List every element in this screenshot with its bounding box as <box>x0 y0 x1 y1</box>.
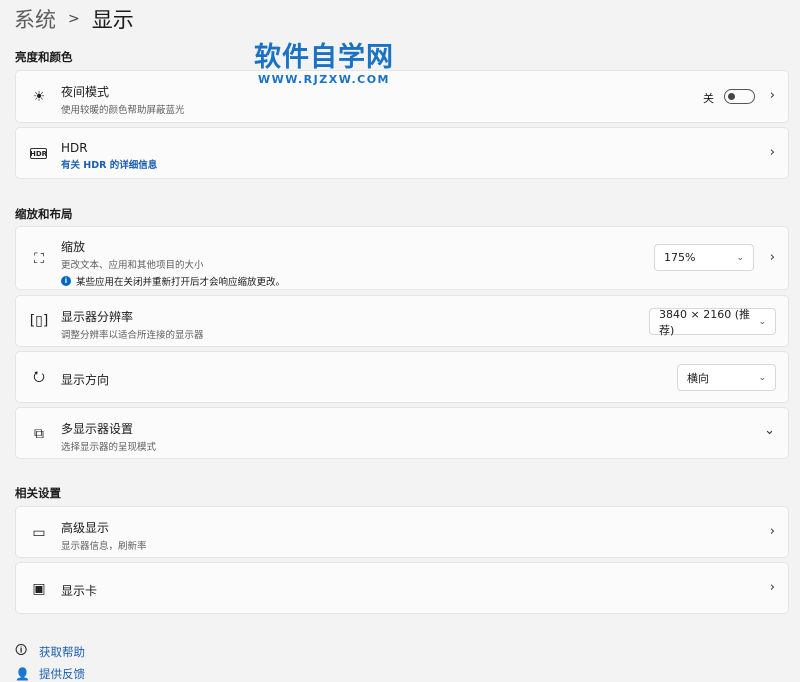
chevron-right-icon[interactable]: › <box>770 580 775 595</box>
resolution-card[interactable]: [▯] 显示器分辨率调整分辨率以适合所连接的显示器 3840 × 2160 (推… <box>15 295 789 347</box>
hdr-info-link[interactable]: 有关 HDR 的详细信息 <box>61 157 157 171</box>
orientation-value: 横向 <box>687 371 709 385</box>
night-mode-state: 关 <box>703 92 714 105</box>
breadcrumb-parent[interactable]: 系统 <box>14 4 56 34</box>
hdr-card[interactable]: HDR HDR 有关 HDR 的详细信息 › <box>15 127 789 179</box>
advanced-display-card[interactable]: ▭ 高级显示显示器信息，刷新率 › <box>15 506 789 558</box>
scale-value: 175% <box>664 251 696 264</box>
orientation-icon: ⭮ <box>33 369 45 385</box>
feedback-icon: 👤 <box>15 667 30 681</box>
page-title: 显示 <box>91 8 134 32</box>
chevron-down-icon: ⌄ <box>758 316 766 327</box>
resolution-value: 3840 × 2160 (推荐) <box>659 307 750 337</box>
scale-dropdown[interactable]: 175% ⌄ <box>654 244 754 271</box>
multi-display-title: 多显示器设置 <box>61 422 134 436</box>
chevron-right-icon: > <box>68 11 80 27</box>
resolution-desc: 调整分辨率以适合所连接的显示器 <box>61 330 204 341</box>
orientation-title: 显示方向 <box>61 373 110 387</box>
watermark-title: 软件自学网 <box>254 42 394 73</box>
resolution-icon: [▯] <box>29 313 49 329</box>
scale-card[interactable]: ⛶ 缩放更改文本、应用和其他项目的大小 i 某些应用在关闭并重新打开后才会响应缩放… <box>15 226 789 290</box>
chevron-down-icon: ⌄ <box>736 252 744 263</box>
get-help-link[interactable]: 🛈 获取帮助 <box>15 641 85 662</box>
section-scale-layout: 缩放和布局 <box>15 207 73 221</box>
orientation-card[interactable]: ⭮ 显示方向 横向 ⌄ <box>15 351 789 403</box>
hdr-title: HDR <box>61 141 88 155</box>
orientation-dropdown[interactable]: 横向 ⌄ <box>677 364 776 391</box>
night-mode-toggle[interactable] <box>724 89 755 104</box>
night-mode-card[interactable]: ☀ 夜间模式使用较暖的颜色帮助屏蔽蓝光 关 › <box>15 70 789 123</box>
advanced-display-desc: 显示器信息，刷新率 <box>61 541 147 552</box>
watermark: 软件自学网 WWW.RJZXW.COM <box>254 42 394 86</box>
scale-icon: ⛶ <box>34 251 44 267</box>
feedback-label: 提供反馈 <box>39 667 85 681</box>
chevron-down-icon: ⌄ <box>758 372 766 383</box>
resolution-dropdown[interactable]: 3840 × 2160 (推荐) ⌄ <box>649 307 776 337</box>
chevron-right-icon[interactable]: › <box>770 145 775 160</box>
help-icon: 🛈 <box>15 643 28 657</box>
brightness-icon: ☀ <box>32 89 46 105</box>
chevron-right-icon[interactable]: › <box>770 88 775 103</box>
breadcrumb: 系统 > 显示 <box>14 4 134 34</box>
scale-desc: 更改文本、应用和其他项目的大小 <box>61 260 204 271</box>
info-icon: i <box>61 276 71 286</box>
advanced-display-title: 高级显示 <box>61 521 110 535</box>
laptop-icon: ▭ <box>32 525 46 541</box>
chevron-right-icon[interactable]: › <box>770 250 775 265</box>
section-related: 相关设置 <box>15 486 61 500</box>
multi-display-card[interactable]: ⧉ 多显示器设置选择显示器的呈现模式 ⌄ <box>15 407 789 459</box>
watermark-url: WWW.RJZXW.COM <box>258 73 390 86</box>
resolution-title: 显示器分辨率 <box>61 310 134 324</box>
multi-display-desc: 选择显示器的呈现模式 <box>61 442 157 453</box>
graphics-title: 显示卡 <box>61 584 98 598</box>
scale-note: 某些应用在关闭并重新打开后才会响应缩放更改。 <box>76 277 286 288</box>
multi-display-icon: ⧉ <box>34 426 44 442</box>
chevron-down-icon[interactable]: ⌄ <box>764 423 775 438</box>
scale-title: 缩放 <box>61 240 86 254</box>
night-mode-desc: 使用较暖的颜色帮助屏蔽蓝光 <box>61 105 185 116</box>
feedback-link[interactable]: 👤 提供反馈 <box>15 666 85 682</box>
hdr-icon: HDR <box>29 148 48 159</box>
gpu-icon: ▣ <box>32 581 46 597</box>
chevron-right-icon[interactable]: › <box>770 524 775 539</box>
section-brightness: 亮度和颜色 <box>15 50 73 64</box>
get-help-label: 获取帮助 <box>39 644 85 659</box>
night-mode-title: 夜间模式 <box>61 85 110 99</box>
graphics-card[interactable]: ▣ 显示卡 › <box>15 562 789 614</box>
